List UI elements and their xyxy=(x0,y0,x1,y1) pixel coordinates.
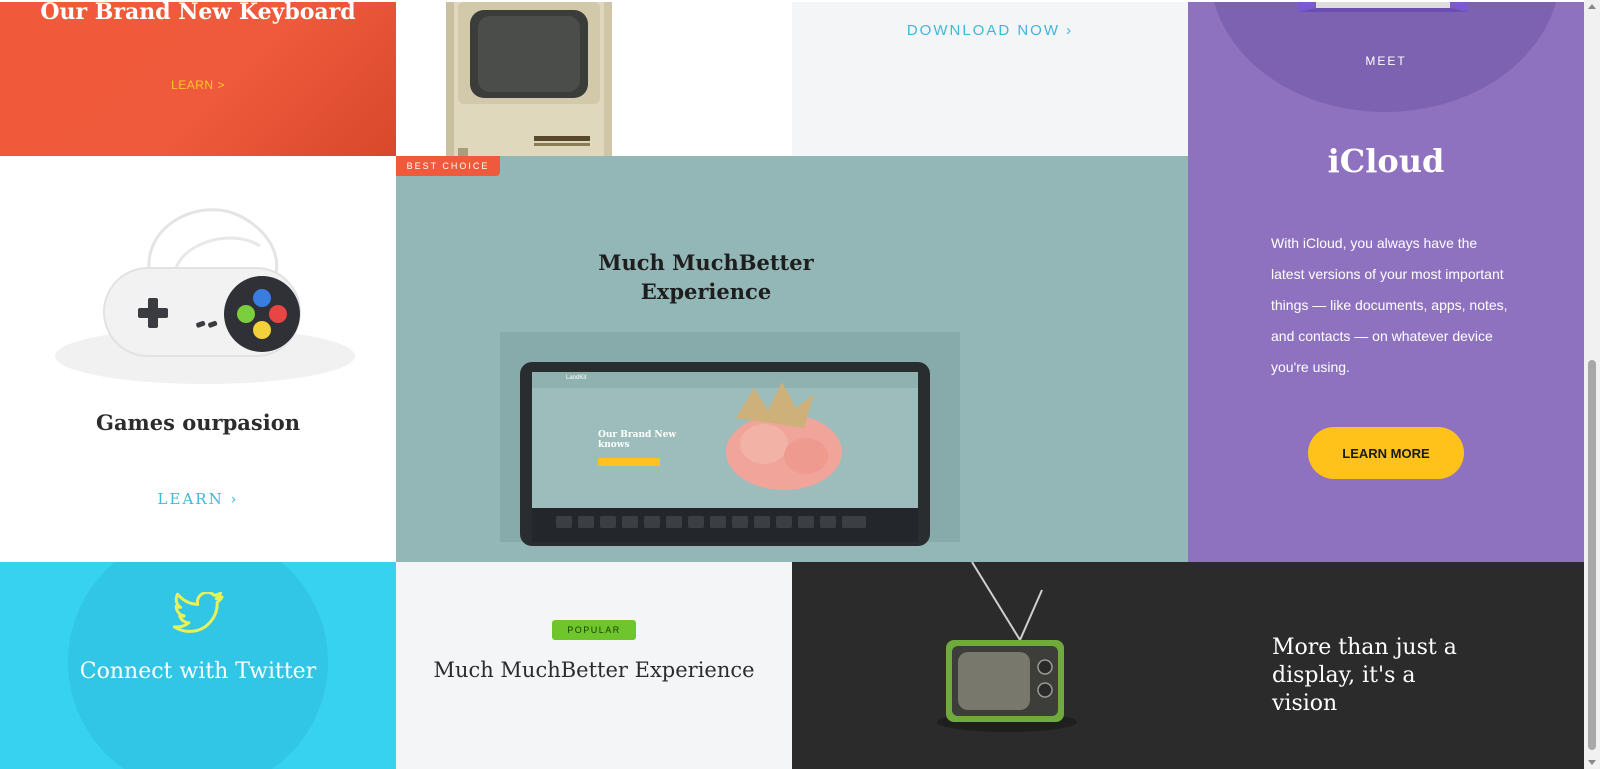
tablet-brand: LandKit xyxy=(566,375,587,381)
download-card: DOWNLOAD NOW › xyxy=(792,2,1188,156)
retro-tv-image xyxy=(937,562,1077,732)
popular-card-title: Much MuchBetter Experience xyxy=(433,658,755,682)
icloud-eyebrow: MEET xyxy=(1365,54,1407,68)
games-card: Games ourpasion LEARN › xyxy=(0,156,396,562)
tablet-headline: Our Brand New knows xyxy=(598,430,677,450)
tablet-image xyxy=(500,332,960,546)
scroll-down-arrow-icon[interactable] xyxy=(1588,760,1596,765)
device-edge-image xyxy=(1298,2,1468,12)
macintosh-card xyxy=(396,2,792,156)
vertical-scrollbar[interactable] xyxy=(1584,0,1600,769)
scrollbar-thumb[interactable] xyxy=(1588,360,1596,750)
icloud-card: MEET iCloud With iCloud, you always have… xyxy=(1188,2,1584,562)
tv-card: More than just a display, it's a vision xyxy=(792,562,1584,769)
twitter-card[interactable]: Connect with Twitter xyxy=(0,562,396,769)
keyboard-card: Our Brand New Keyboard LEARN > xyxy=(0,2,396,156)
popular-badge: POPULAR xyxy=(552,620,636,640)
twitter-card-title: Connect with Twitter xyxy=(79,659,317,684)
scroll-up-arrow-icon[interactable] xyxy=(1588,4,1596,9)
gamepad-image xyxy=(55,208,355,384)
learn-more-button[interactable]: LEARN MORE xyxy=(1308,427,1464,479)
twitter-bird-icon xyxy=(172,592,224,633)
popular-card: POPULAR Much MuchBetter Experience xyxy=(396,562,792,769)
tv-card-title: More than just a display, it's a vision xyxy=(1272,635,1457,716)
macintosh-computer-image xyxy=(446,2,612,156)
games-card-title: Games ourpasion xyxy=(96,410,300,435)
download-now-link[interactable]: DOWNLOAD NOW › xyxy=(792,22,1188,39)
featured-card: BEST CHOICE Much MuchBetter Experience L… xyxy=(396,156,1188,562)
icloud-description: With iCloud, you always have the latest … xyxy=(1271,235,1508,375)
icloud-title: iCloud xyxy=(1327,142,1445,180)
keyboard-card-title: Our Brand New Keyboard xyxy=(40,2,356,25)
games-learn-link[interactable]: LEARN › xyxy=(0,490,396,508)
keyboard-learn-link[interactable]: LEARN > xyxy=(0,78,396,92)
